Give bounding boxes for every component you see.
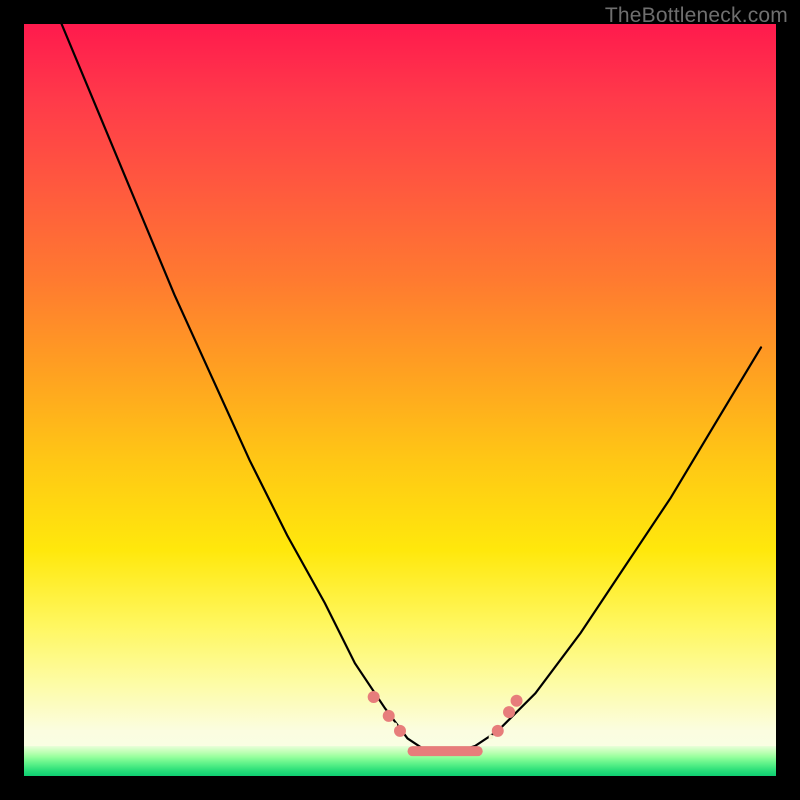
bottleneck-curve [62,24,761,753]
chart-frame: TheBottleneck.com [0,0,800,800]
watermark-text: TheBottleneck.com [605,4,788,28]
highlight-markers [368,691,523,756]
curve-layer [24,24,776,776]
